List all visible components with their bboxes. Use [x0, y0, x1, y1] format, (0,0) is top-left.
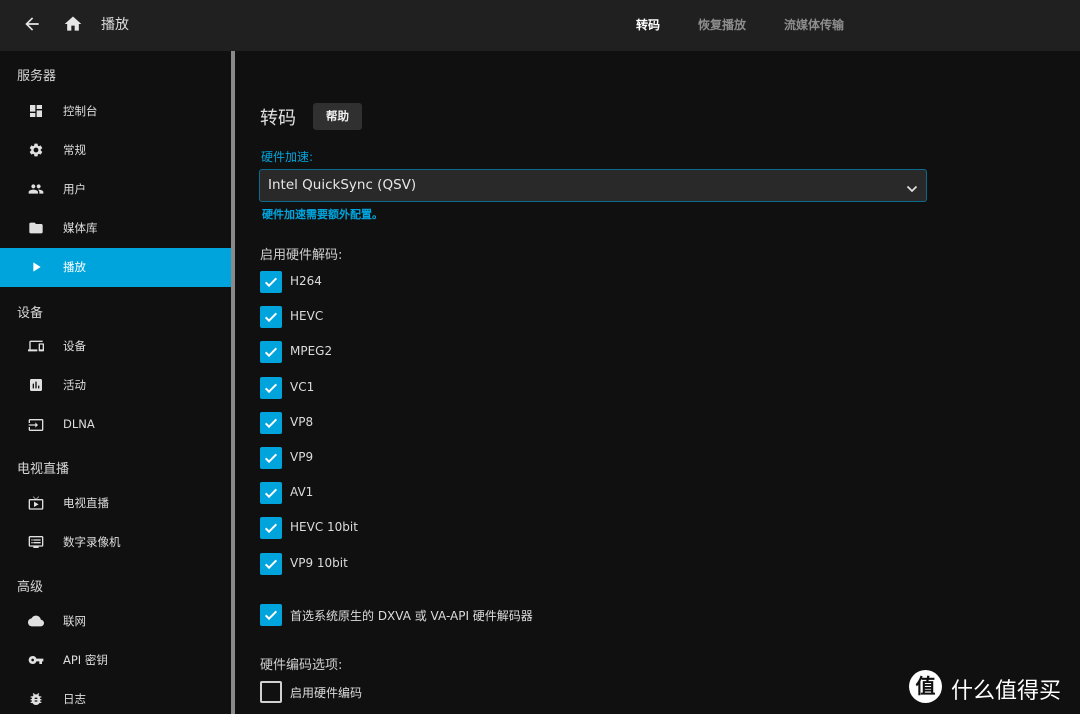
sidebar-item-label: 用户: [63, 182, 86, 196]
checkmark-icon: [264, 312, 278, 323]
sidebar-item-label: DLNA: [63, 417, 95, 431]
dashboard-icon: [28, 103, 44, 119]
page-header-title: 播放: [101, 17, 129, 33]
bug-icon: [28, 691, 44, 707]
tab-resume[interactable]: 恢复播放: [698, 16, 746, 33]
checkbox-checked[interactable]: [260, 306, 282, 328]
assessment-icon: [28, 377, 44, 393]
watermark-text: 什么值得买: [951, 679, 1062, 704]
sidebar-section-devices: 设备: [17, 306, 44, 321]
sidebar-section-server: 服务器: [17, 69, 57, 84]
checkmark-icon: [264, 523, 278, 534]
checkmark-icon: [264, 488, 278, 499]
checkbox-checked[interactable]: [260, 482, 282, 504]
chevron-down-icon: [906, 180, 918, 193]
sidebar-item-activity[interactable]: 活动: [0, 366, 231, 405]
checkbox-label: HEVC 10bit: [290, 520, 358, 534]
sidebar-item-devices[interactable]: 设备: [0, 327, 231, 366]
main-content: 转码 帮助 硬件加速: Intel QuickSync (QSV) 硬件加速需要…: [236, 51, 1080, 714]
hw-accel-hint: 硬件加速需要额外配置。: [262, 208, 383, 221]
checkbox-checked[interactable]: [260, 341, 282, 363]
checkbox-checked[interactable]: [260, 412, 282, 434]
sidebar-item-label: 控制台: [63, 104, 98, 118]
back-arrow-icon[interactable]: [22, 14, 42, 34]
checkbox-label: VC1: [290, 380, 315, 394]
checkbox-checked[interactable]: [260, 447, 282, 469]
sidebar-item-label: API 密钥: [63, 653, 108, 667]
play-icon: [28, 259, 44, 275]
sidebar-section-livetv: 电视直播: [17, 462, 70, 477]
devices-icon: [28, 338, 44, 354]
sidebar-item-label: 媒体库: [63, 221, 98, 235]
checkbox-checked[interactable]: [260, 377, 282, 399]
hw-accel-label: 硬件加速:: [261, 150, 314, 164]
checkbox-label: AV1: [290, 485, 314, 499]
dvr-icon: [28, 534, 44, 550]
sidebar-item-general[interactable]: 常规: [0, 131, 231, 170]
live-tv-icon: [28, 495, 44, 511]
hw-accel-value: Intel QuickSync (QSV): [268, 177, 417, 193]
checkbox-label: 首选系统原生的 DXVA 或 VA-API 硬件解码器: [290, 609, 533, 623]
folder-icon: [28, 220, 44, 236]
input-icon: [28, 417, 44, 433]
page-title: 转码: [260, 108, 296, 129]
top-app-bar: 播放 转码 恢复播放 流媒体传输: [0, 0, 1080, 51]
sidebar-item-api-keys[interactable]: API 密钥: [0, 641, 231, 680]
checkbox-unchecked[interactable]: [260, 681, 282, 703]
sidebar-item-playback[interactable]: 播放: [0, 248, 231, 287]
sidebar-item-libraries[interactable]: 媒体库: [0, 209, 231, 248]
sidebar-item-label: 日志: [63, 692, 86, 706]
checkmark-icon: [264, 383, 278, 394]
checkmark-icon: [264, 418, 278, 429]
sidebar-item-networking[interactable]: 联网: [0, 602, 231, 641]
tab-transcoding[interactable]: 转码: [636, 16, 660, 33]
gear-icon: [28, 142, 44, 158]
sidebar-item-label: 设备: [63, 339, 86, 353]
sidebar-item-dashboard[interactable]: 控制台: [0, 92, 231, 131]
checkmark-icon: [264, 453, 278, 464]
sidebar-item-label: 联网: [63, 614, 86, 628]
sidebar-item-label: 活动: [63, 378, 86, 392]
hw-encode-label: 硬件编码选项:: [260, 658, 343, 673]
checkmark-icon: [264, 347, 278, 358]
checkbox-label: MPEG2: [290, 344, 333, 358]
checkbox-checked[interactable]: [260, 604, 282, 626]
people-icon: [28, 181, 44, 197]
checkbox-label: HEVC: [290, 309, 324, 323]
hw-decode-label: 启用硬件解码:: [260, 248, 343, 263]
checkbox-label: H264: [290, 274, 322, 288]
sidebar-item-label: 电视直播: [63, 496, 109, 510]
hw-accel-select[interactable]: Intel QuickSync (QSV): [259, 169, 927, 202]
sidebar-item-dvr[interactable]: 数字录像机: [0, 523, 231, 562]
help-button[interactable]: 帮助: [313, 103, 362, 130]
sidebar-item-label: 播放: [63, 260, 86, 274]
checkbox-label: VP9: [290, 450, 314, 464]
watermark-logo-icon: 值: [909, 670, 942, 703]
checkbox-label: VP9 10bit: [290, 556, 348, 570]
cloud-icon: [28, 613, 44, 629]
sidebar-item-dlna[interactable]: DLNA: [0, 406, 231, 445]
tab-streaming[interactable]: 流媒体传输: [784, 16, 844, 33]
sidebar-item-label: 常规: [63, 143, 86, 157]
key-icon: [28, 652, 44, 668]
checkbox-label: 启用硬件编码: [290, 686, 363, 700]
sidebar-item-logs[interactable]: 日志: [0, 680, 231, 714]
checkmark-icon: [264, 277, 278, 288]
sidebar-item-label: 数字录像机: [63, 535, 121, 549]
sidebar-item-users[interactable]: 用户: [0, 170, 231, 209]
checkbox-checked[interactable]: [260, 271, 282, 293]
sidebar-item-livetv[interactable]: 电视直播: [0, 484, 231, 523]
checkbox-checked[interactable]: [260, 553, 282, 575]
sidebar: 服务器 控制台 常规 用户 媒体库 播放 设备 设备 活动 DLNA 电视直播 …: [0, 51, 231, 714]
checkbox-checked[interactable]: [260, 517, 282, 539]
checkmark-icon: [264, 559, 278, 570]
sidebar-section-advanced: 高级: [17, 580, 44, 595]
scrollbar-thumb[interactable]: [231, 51, 235, 714]
home-icon[interactable]: [63, 14, 83, 34]
checkbox-label: VP8: [290, 415, 314, 429]
